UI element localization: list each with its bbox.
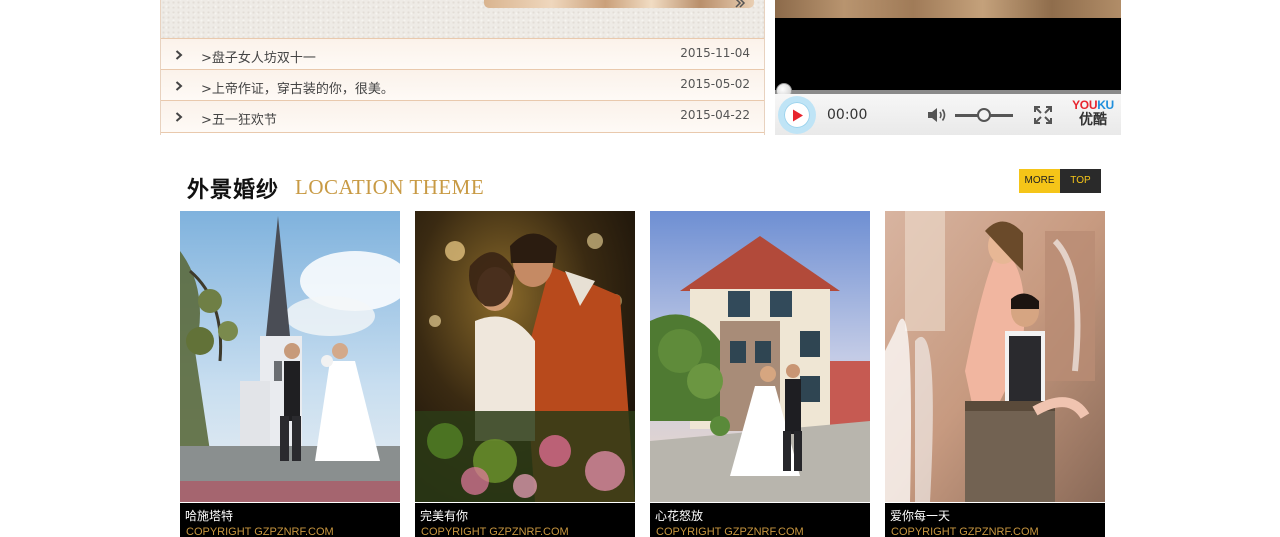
gallery-card[interactable]: 爱你每一天 COPYRIGHT GZPZNRF.COM: [885, 211, 1105, 537]
news-date: 2015-05-02: [680, 77, 750, 91]
news-title[interactable]: >五一狂欢节: [201, 109, 277, 128]
photo-title[interactable]: 哈施塔特: [185, 507, 233, 524]
video-poster-strip: [775, 0, 1121, 18]
arrow-icon[interactable]: [734, 0, 746, 8]
wedding-photo[interactable]: [415, 211, 635, 502]
section-subtitle: LOCATION THEME: [295, 175, 485, 199]
chevron-right-icon: [175, 50, 183, 60]
news-item[interactable]: >五一狂欢节 2015-04-22: [161, 100, 764, 133]
gallery-card[interactable]: 完美有你 COPYRIGHT GZPZNRF.COM: [415, 211, 635, 537]
wedding-photo[interactable]: [885, 211, 1105, 502]
gallery-card[interactable]: 哈施塔特 COPYRIGHT GZPZNRF.COM: [180, 211, 400, 537]
copyright-text: COPYRIGHT GZPZNRF.COM: [186, 526, 334, 537]
copyright-text: COPYRIGHT GZPZNRF.COM: [891, 526, 1039, 537]
caption-bar: 爱你每一天 COPYRIGHT GZPZNRF.COM: [885, 503, 1105, 537]
top-button[interactable]: TOP: [1060, 169, 1101, 193]
photo-title[interactable]: 完美有你: [420, 507, 468, 524]
news-item[interactable]: >上帝作证，穿古装的你，很美。 2015-05-02: [161, 69, 764, 100]
wedding-photo[interactable]: [650, 211, 870, 502]
play-button-inner: [784, 102, 810, 128]
chevron-right-icon: [175, 112, 183, 122]
fullscreen-icon[interactable]: [1033, 105, 1053, 125]
news-date: 2015-11-04: [680, 46, 750, 60]
news-title[interactable]: >盘子女人坊双十一: [201, 47, 316, 66]
youku-logo[interactable]: YOUKU 优酷: [1071, 99, 1115, 131]
section-title: 外景婚纱: [187, 177, 280, 203]
youku-logo-cn: 优酷: [1079, 112, 1107, 128]
play-button[interactable]: [778, 96, 816, 134]
photo-title[interactable]: 爱你每一天: [890, 507, 950, 524]
caption-bar: 心花怒放 COPYRIGHT GZPZNRF.COM: [650, 503, 870, 537]
volume-icon[interactable]: [927, 106, 947, 124]
copyright-text: COPYRIGHT GZPZNRF.COM: [656, 526, 804, 537]
copyright-text: COPYRIGHT GZPZNRF.COM: [421, 526, 569, 537]
news-banner: [161, 0, 764, 38]
news-list: >盘子女人坊双十一 2015-11-04 >上帝作证，穿古装的你，很美。 201…: [161, 38, 764, 133]
caption-bar: 哈施塔特 COPYRIGHT GZPZNRF.COM: [180, 503, 400, 537]
time-display: 00:00: [827, 107, 868, 123]
news-title[interactable]: >上帝作证，穿古装的你，很美。: [201, 78, 394, 97]
chevron-right-icon: [175, 81, 183, 91]
photo-title[interactable]: 心花怒放: [655, 507, 703, 524]
youku-logo-en: YOUKU: [1072, 98, 1114, 112]
caption-bar: 完美有你 COPYRIGHT GZPZNRF.COM: [415, 503, 635, 537]
wedding-photo[interactable]: [180, 211, 400, 502]
control-bar: 00:00 YOUKU 优酷: [775, 94, 1121, 135]
play-icon: [793, 109, 803, 122]
gallery-card[interactable]: 心花怒放 COPYRIGHT GZPZNRF.COM: [650, 211, 870, 537]
more-button[interactable]: MORE: [1019, 169, 1060, 193]
volume-knob[interactable]: [977, 108, 991, 122]
banner-photo[interactable]: [484, 0, 754, 8]
video-screen[interactable]: [775, 18, 1121, 90]
news-item[interactable]: >盘子女人坊双十一 2015-11-04: [161, 38, 764, 69]
video-player: 00:00 YOUKU 优酷: [775, 0, 1121, 135]
news-panel: >盘子女人坊双十一 2015-11-04 >上帝作证，穿古装的你，很美。 201…: [160, 0, 765, 135]
news-date: 2015-04-22: [680, 108, 750, 122]
